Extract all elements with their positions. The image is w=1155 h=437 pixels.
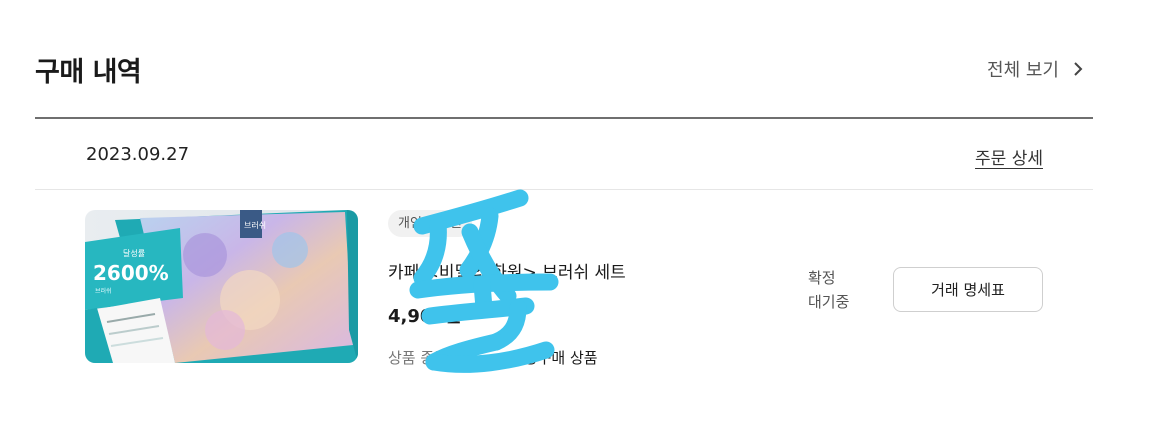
order-date: 2023.09.27 (86, 144, 190, 165)
box-tag: 브러쉬 (244, 221, 266, 230)
purchase-item: 개인 사용권 카페 <비밀의 화원> 브러쉬 세트 4,900원 상품 종류 공… (388, 208, 748, 378)
order-status: 확정 대기중 (808, 266, 849, 314)
order-detail-link[interactable]: 주문 상세 (975, 144, 1043, 169)
promo-small: 달성률 (123, 249, 145, 258)
order-row: 2023.09.27 주문 상세 (35, 140, 1093, 180)
product-thumbnail[interactable]: 브러쉬 달성률 2600% 브러쉬 (85, 210, 358, 363)
chevron-right-icon (1071, 61, 1085, 77)
promo-caption: 브러쉬 (95, 287, 112, 295)
transaction-statement-button[interactable]: 거래 명세표 (893, 267, 1043, 312)
page-title: 구매 내역 (35, 57, 142, 88)
status-line-1: 확정 (808, 269, 836, 287)
license-badge: 개인 사용권 (388, 210, 472, 237)
status-line-2: 대기중 (808, 293, 850, 311)
section-divider (35, 117, 1093, 119)
row-divider (35, 189, 1093, 190)
page-header: 구매 내역 전체 보기 (35, 48, 1093, 88)
item-type-value: 공동구매 상품 (510, 349, 598, 367)
view-all-link[interactable]: 전체 보기 (987, 56, 1085, 82)
item-price: 4,900원 (388, 306, 462, 327)
item-type-label: 상품 종류 (388, 349, 448, 367)
promo-big: 2600% (93, 261, 169, 285)
item-title[interactable]: 카페 <비밀의 화원> 브러쉬 세트 (388, 258, 626, 283)
view-all-label: 전체 보기 (987, 60, 1059, 81)
